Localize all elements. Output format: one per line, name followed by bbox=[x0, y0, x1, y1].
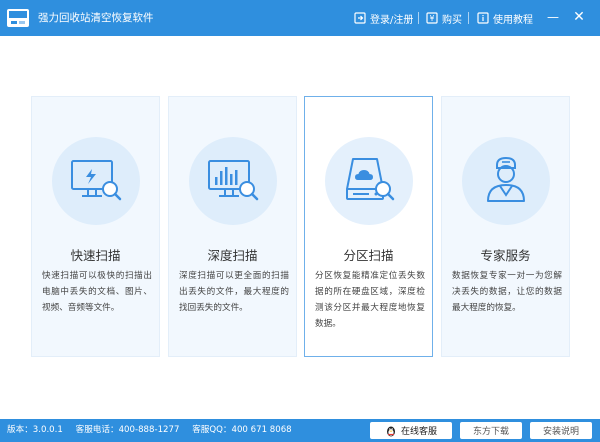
login-register-label: 登录/注册 bbox=[370, 14, 414, 26]
download-button[interactable]: 东方下载 bbox=[460, 422, 522, 439]
deep-scan-icon-circle bbox=[189, 137, 277, 225]
expert-service-card[interactable]: 专家服务 数据恢复专家一对一为您解决丢失的数据，让您的数据最大程度的恢复。 bbox=[441, 96, 570, 357]
contact-info: 版本：3.0.0.1 客服电话：400-888-1277 客服QQ：400 67… bbox=[7, 424, 302, 437]
deep-scan-description: 深度扫描可以更全面的扫描出丢失的文件，最大程度的找回丢失的文件。 bbox=[179, 271, 289, 313]
monitor-lightning-icon bbox=[71, 160, 122, 201]
install-guide-button[interactable]: 安装说明 bbox=[530, 422, 592, 439]
close-button[interactable]: ✕ bbox=[572, 9, 586, 25]
app-logo-icon bbox=[7, 9, 29, 27]
login-icon bbox=[354, 12, 366, 24]
svg-text:¥: ¥ bbox=[430, 14, 435, 23]
deep-scan-card[interactable]: 深度扫描 深度扫描可以更全面的扫描出丢失的文件，最大程度的找回丢失的文件。 bbox=[168, 96, 297, 357]
disk-cloud-icon bbox=[346, 158, 395, 201]
phone-text: 客服电话：400-888-1277 bbox=[75, 425, 180, 435]
expert-service-title: 专家服务 bbox=[480, 248, 531, 263]
quick-scan-icon-circle bbox=[52, 137, 140, 225]
partition-scan-title: 分区扫描 bbox=[343, 248, 394, 263]
toolbar-divider bbox=[468, 12, 469, 24]
partition-scan-description: 分区恢复能精准定位丢失数据的所在硬盘区域，深度检测该分区并最大程度地恢复数据。 bbox=[315, 271, 425, 329]
quick-scan-title: 快速扫描 bbox=[70, 248, 121, 263]
quick-scan-card[interactable]: 快速扫描 快速扫描可以极快的扫描出电脑中丢失的文档、图片、视频、音频等文件。 bbox=[31, 96, 160, 357]
deep-scan-title: 深度扫描 bbox=[207, 248, 258, 263]
minimize-button[interactable]: — bbox=[546, 9, 560, 25]
online-service-label: 在线客服 bbox=[400, 427, 437, 437]
partition-scan-icon-circle bbox=[325, 137, 413, 225]
status-bar: 版本：3.0.0.1 客服电话：400-888-1277 客服QQ：400 67… bbox=[0, 419, 600, 442]
expert-service-description: 数据恢复专家一对一为您解决丢失的数据，让您的数据最大程度的恢复。 bbox=[452, 271, 562, 313]
title-bar: 强力回收站清空恢复软件 登录/注册 ¥ 购买 使用教程 — ✕ bbox=[0, 0, 600, 36]
partition-scan-card[interactable]: 分区扫描 分区恢复能精准定位丢失数据的所在硬盘区域，深度检测该分区并最大程度地恢… bbox=[304, 96, 433, 357]
expert-person-icon bbox=[487, 156, 525, 202]
main-panel: 快速扫描 快速扫描可以极快的扫描出电脑中丢失的文档、图片、视频、音频等文件。 深… bbox=[0, 36, 600, 419]
qq-text: 客服QQ：400 671 8068 bbox=[192, 425, 292, 435]
monitor-chart-icon bbox=[208, 160, 259, 201]
tutorial-label: 使用教程 bbox=[493, 14, 533, 26]
tutorial-button[interactable]: 使用教程 bbox=[477, 10, 533, 26]
buy-button[interactable]: ¥ 购买 bbox=[426, 10, 462, 26]
app-title: 强力回收站清空恢复软件 bbox=[38, 12, 154, 24]
expert-service-icon-circle bbox=[462, 137, 550, 225]
qq-penguin-icon bbox=[386, 426, 395, 436]
online-service-button[interactable]: 在线客服 bbox=[370, 422, 452, 439]
info-icon bbox=[477, 12, 489, 24]
version-text: 版本：3.0.0.1 bbox=[7, 425, 63, 435]
buy-icon: ¥ bbox=[426, 12, 438, 24]
buy-label: 购买 bbox=[442, 14, 462, 26]
login-register-button[interactable]: 登录/注册 bbox=[354, 10, 413, 26]
toolbar-divider bbox=[418, 12, 419, 24]
download-label: 东方下载 bbox=[472, 427, 509, 437]
quick-scan-description: 快速扫描可以极快的扫描出电脑中丢失的文档、图片、视频、音频等文件。 bbox=[42, 271, 152, 313]
install-guide-label: 安装说明 bbox=[542, 427, 579, 437]
